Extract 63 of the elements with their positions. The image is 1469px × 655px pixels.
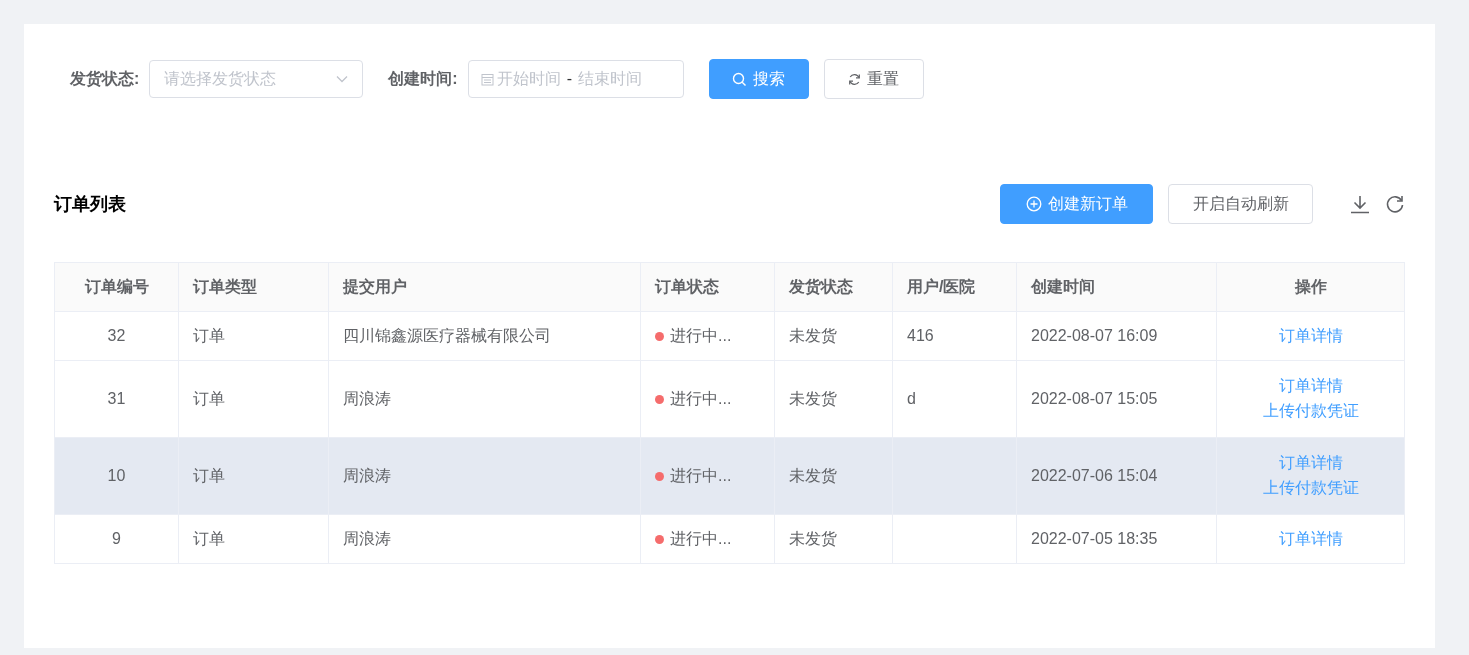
table-cell: 订单 xyxy=(178,311,329,361)
reset-button[interactable]: 重置 xyxy=(823,59,924,99)
action-link[interactable]: 订单详情 xyxy=(1278,528,1343,550)
table-row[interactable]: 31 订单 周浪涛 进行中... 未发货 d 2022-08-07 15:05 订单详情 上传付款凭证 xyxy=(54,360,1405,438)
table-cell: 周浪涛 xyxy=(328,437,641,515)
chevron-down-icon xyxy=(336,75,349,83)
search-button[interactable]: 搜索 xyxy=(708,59,809,99)
filter-label: 发货状态: xyxy=(70,68,140,90)
refresh-icon[interactable] xyxy=(1385,194,1405,214)
table-row[interactable]: 9 订单 周浪涛 进行中... 未发货 2022-07-05 18:35 订单详情 xyxy=(54,514,1405,564)
action-link[interactable]: 订单详情 xyxy=(1278,453,1343,474)
action-link[interactable]: 订单详情 xyxy=(1278,325,1343,347)
table-cell: 未发货 xyxy=(774,514,893,564)
status-text: 进行中... xyxy=(670,465,732,486)
column-header: 提交用户 xyxy=(328,262,641,312)
table-cell: 2022-07-05 18:35 xyxy=(1016,514,1217,564)
search-icon xyxy=(732,71,748,87)
table-cell: 未发货 xyxy=(774,437,893,515)
status-select[interactable]: 请选择发货状态 xyxy=(149,60,364,98)
table-cell: 未发货 xyxy=(774,311,893,361)
column-header: 订单状态 xyxy=(640,262,775,312)
download-icon[interactable] xyxy=(1350,194,1370,214)
column-header: 操作 xyxy=(1216,262,1405,312)
table-row[interactable]: 32 订单 四川锦鑫源医疗器械有限公司 进行中... 未发货 416 2022-08-07 16:09 订单详情 xyxy=(54,311,1405,361)
column-header: 用户/医院 xyxy=(892,262,1017,312)
table-cell: 32 xyxy=(54,311,179,361)
column-header: 发货状态 xyxy=(774,262,893,312)
end-placeholder: 结束时间 xyxy=(578,68,642,89)
action-link[interactable]: 订单详情 xyxy=(1278,376,1343,397)
list-title: 订单列表 xyxy=(54,193,126,216)
table-cell: 416 xyxy=(892,311,1017,361)
range-separator: - xyxy=(565,70,573,88)
start-placeholder: 开始时间 xyxy=(496,68,561,89)
table-cell: 未发货 xyxy=(774,360,893,438)
auto-refresh-button[interactable]: 开启自动刷新 xyxy=(1168,184,1313,224)
status-text: 进行中... xyxy=(670,325,732,346)
table-cell: 订单 xyxy=(178,437,329,515)
table-cell: 2022-08-07 15:05 xyxy=(1016,360,1217,438)
calendar-icon xyxy=(480,72,494,86)
column-header: 创建时间 xyxy=(1016,262,1217,312)
plus-circle-icon xyxy=(1025,196,1042,212)
table-cell: 周浪涛 xyxy=(328,514,641,564)
table-cell: 订单 xyxy=(178,360,329,438)
table-cell: 周浪涛 xyxy=(328,360,641,438)
table-cell: 31 xyxy=(54,360,179,438)
table-cell: 10 xyxy=(54,437,179,515)
column-header: 订单类型 xyxy=(178,262,329,312)
table-cell: 订单 xyxy=(178,514,329,564)
date-range-field[interactable]: 开始时间 - 结束时间 xyxy=(467,60,684,98)
table-row[interactable]: 10 订单 周浪涛 进行中... 未发货 2022-07-06 15:04 订单详情 上传付款凭证 xyxy=(54,437,1405,515)
refresh-icon xyxy=(848,72,862,86)
table-cell: d xyxy=(892,360,1017,438)
action-link[interactable]: 上传付款凭证 xyxy=(1262,401,1359,422)
table-cell: 四川锦鑫源医疗器械有限公司 xyxy=(328,311,641,361)
table-cell: 9 xyxy=(54,514,179,564)
create-order-button[interactable]: 创建新订单 xyxy=(1000,184,1153,224)
status-text: 进行中... xyxy=(670,528,732,549)
table-cell: 2022-07-06 15:04 xyxy=(1016,437,1217,515)
column-header: 订单编号 xyxy=(54,262,179,312)
filter-label: 创建时间: xyxy=(388,68,458,89)
table-cell: 2022-08-07 16:09 xyxy=(1016,311,1217,361)
status-text: 进行中... xyxy=(670,388,732,409)
action-link[interactable]: 上传付款凭证 xyxy=(1262,478,1359,499)
